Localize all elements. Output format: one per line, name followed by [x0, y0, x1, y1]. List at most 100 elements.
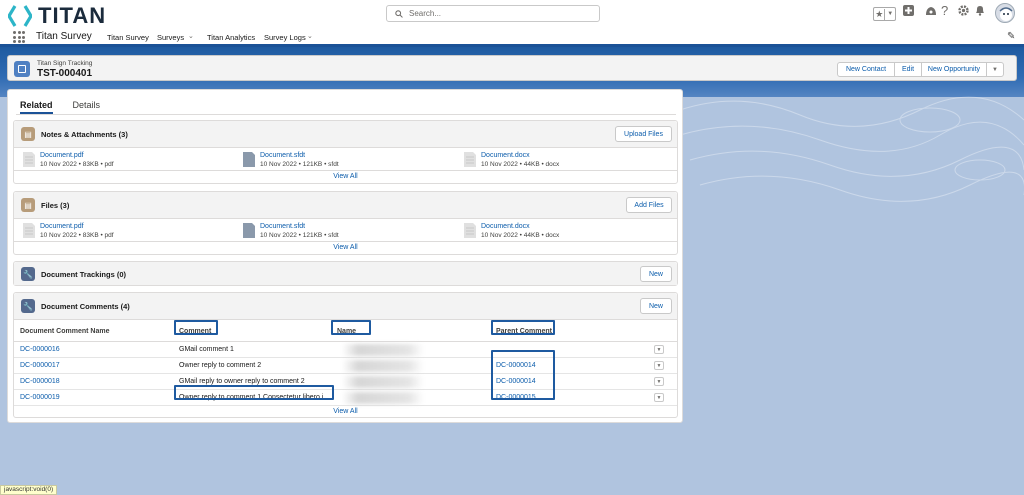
chevron-down-icon: ▼: [656, 346, 662, 353]
file-item[interactable]: Document.sfdt 10 Nov 2022 • 121KB • sfdt: [243, 152, 339, 169]
nav-item-titan-analytics[interactable]: Titan Analytics: [207, 33, 255, 42]
brand-name: TITAN: [38, 3, 107, 28]
redacted-name: [342, 392, 424, 404]
comment-id-link[interactable]: DC-0000017: [20, 362, 60, 369]
favorites-button[interactable]: ★ ▼: [873, 7, 896, 21]
file-name[interactable]: Document.sfdt: [260, 152, 339, 160]
wrench-icon: 🔧: [21, 267, 35, 281]
file-meta: 10 Nov 2022 • 121KB • sfdt: [260, 232, 339, 239]
search-icon: [395, 9, 403, 18]
global-header: TITAN Search... ★ ▼ ?: [0, 0, 1024, 28]
document-trackings-card: 🔧 Document Trackings (0) New: [13, 261, 678, 286]
highlight-box: [491, 350, 555, 400]
view-all-link[interactable]: View All: [14, 170, 677, 183]
file-name[interactable]: Document.pdf: [40, 152, 114, 160]
tab-related[interactable]: Related: [20, 100, 53, 114]
file-icon: [23, 152, 35, 167]
card-title[interactable]: Files (3): [41, 201, 69, 210]
card-title[interactable]: Notes & Attachments (3): [41, 130, 128, 139]
file-item[interactable]: Document.pdf 10 Nov 2022 • 83KB • pdf: [23, 223, 114, 240]
new-contact-button[interactable]: New Contact: [837, 62, 895, 77]
comment-id-link[interactable]: DC-0000016: [20, 346, 60, 353]
notifications-button[interactable]: [975, 5, 985, 16]
record-type-icon: [14, 61, 30, 77]
file-name[interactable]: Document.pdf: [40, 223, 114, 231]
favorites-star-icon: ★: [874, 8, 886, 20]
chevron-down-icon: ▼: [656, 394, 662, 401]
trailhead-icon: [926, 7, 936, 15]
file-icon: [243, 223, 255, 238]
chevron-down-icon: ▼: [656, 362, 662, 369]
help-button[interactable]: ?: [941, 3, 948, 18]
chevron-down-icon: ▼: [992, 66, 998, 73]
file-item[interactable]: Document.sfdt 10 Nov 2022 • 121KB • sfdt: [243, 223, 339, 240]
files-card: ▤ Files (3) Add Files Document.pdf 10 Nov…: [13, 191, 678, 255]
card-title[interactable]: Document Comments (4): [41, 302, 130, 311]
file-meta: 10 Nov 2022 • 83KB • pdf: [40, 161, 114, 168]
nav-item-surveys[interactable]: Surveys: [157, 33, 184, 42]
file-item[interactable]: Document.docx 10 Nov 2022 • 44KB • docx: [464, 223, 559, 240]
record-highlights-header: Titan Sign Tracking TST-000401 New Conta…: [7, 55, 1017, 81]
edit-nav-pencil-icon[interactable]: ✎: [1007, 31, 1015, 42]
comment-id-link[interactable]: DC-0000019: [20, 394, 60, 401]
titan-logo[interactable]: TITAN: [8, 3, 106, 29]
nav-item-survey-logs[interactable]: Survey Logs: [264, 33, 306, 42]
file-meta: 10 Nov 2022 • 44KB • docx: [481, 232, 560, 239]
row-actions-dropdown[interactable]: ▼: [654, 345, 664, 354]
setup-button[interactable]: [958, 5, 969, 16]
row-actions-dropdown[interactable]: ▼: [654, 393, 664, 402]
tabs-divider: [16, 114, 676, 115]
new-comment-button[interactable]: New: [640, 298, 672, 314]
row-actions-dropdown[interactable]: ▼: [654, 377, 664, 386]
file-item[interactable]: Document.docx 10 Nov 2022 • 44KB • docx: [464, 152, 559, 169]
upload-files-button[interactable]: Upload Files: [615, 126, 672, 142]
search-placeholder: Search...: [409, 9, 442, 18]
card-header: 🔧 Document Comments (4) New: [14, 293, 677, 320]
file-name[interactable]: Document.docx: [481, 152, 559, 160]
card-title[interactable]: Document Trackings (0): [41, 270, 126, 279]
app-launcher-icon[interactable]: [13, 31, 25, 43]
redacted-name: [342, 360, 424, 372]
file-icon: [464, 223, 476, 238]
trailhead-button[interactable]: [925, 5, 937, 16]
add-icon: [903, 5, 914, 16]
file-icon: [464, 152, 476, 167]
global-search-input[interactable]: Search...: [386, 5, 600, 22]
notes-attachments-card: ▤ Notes & Attachments (3) Upload Files D…: [13, 120, 678, 184]
view-all-link[interactable]: View All: [14, 241, 677, 254]
new-opportunity-button[interactable]: New Opportunity: [921, 62, 987, 77]
file-list: Document.pdf 10 Nov 2022 • 83KB • pdf Doc…: [14, 219, 677, 241]
file-item[interactable]: Document.pdf 10 Nov 2022 • 83KB • pdf: [23, 152, 114, 169]
avatar[interactable]: [995, 3, 1015, 23]
card-header: ▤ Notes & Attachments (3) Upload Files: [14, 121, 677, 148]
add-files-button[interactable]: Add Files: [626, 197, 672, 213]
record-type-label: Titan Sign Tracking: [37, 60, 93, 67]
file-name[interactable]: Document.docx: [481, 223, 559, 231]
add-button[interactable]: [903, 5, 914, 16]
comment-text: Owner reply to comment 2: [179, 362, 262, 369]
file-icon: [243, 152, 255, 167]
table-row: DC-0000017 Owner reply to comment 2 DC-0…: [14, 358, 677, 374]
chevron-down-icon[interactable]: ⌄: [188, 32, 194, 40]
redacted-name: [342, 376, 424, 388]
comment-id-link[interactable]: DC-0000018: [20, 378, 60, 385]
nav-item-titan-survey[interactable]: Titan Survey: [107, 33, 149, 42]
file-meta: 10 Nov 2022 • 44KB • docx: [481, 161, 560, 168]
new-tracking-button[interactable]: New: [640, 266, 672, 282]
redacted-name: [342, 344, 424, 356]
file-icon: [23, 223, 35, 238]
more-actions-button[interactable]: ▼: [986, 62, 1004, 77]
edit-button[interactable]: Edit: [894, 62, 922, 77]
file-name[interactable]: Document.sfdt: [260, 223, 339, 231]
tab-details[interactable]: Details: [73, 100, 101, 114]
card-header: ▤ Files (3) Add Files: [14, 192, 677, 219]
view-all-link[interactable]: View All: [14, 406, 677, 419]
chevron-down-icon[interactable]: ⌄: [307, 32, 313, 40]
highlight-box: [491, 320, 555, 335]
row-actions-dropdown[interactable]: ▼: [654, 361, 664, 370]
app-name: Titan Survey: [36, 31, 92, 42]
file-meta: 10 Nov 2022 • 121KB • sfdt: [260, 161, 339, 168]
highlight-box: [174, 320, 218, 335]
column-header-name[interactable]: Document Comment Name: [20, 328, 109, 335]
record-title: TST-000401: [37, 68, 93, 79]
